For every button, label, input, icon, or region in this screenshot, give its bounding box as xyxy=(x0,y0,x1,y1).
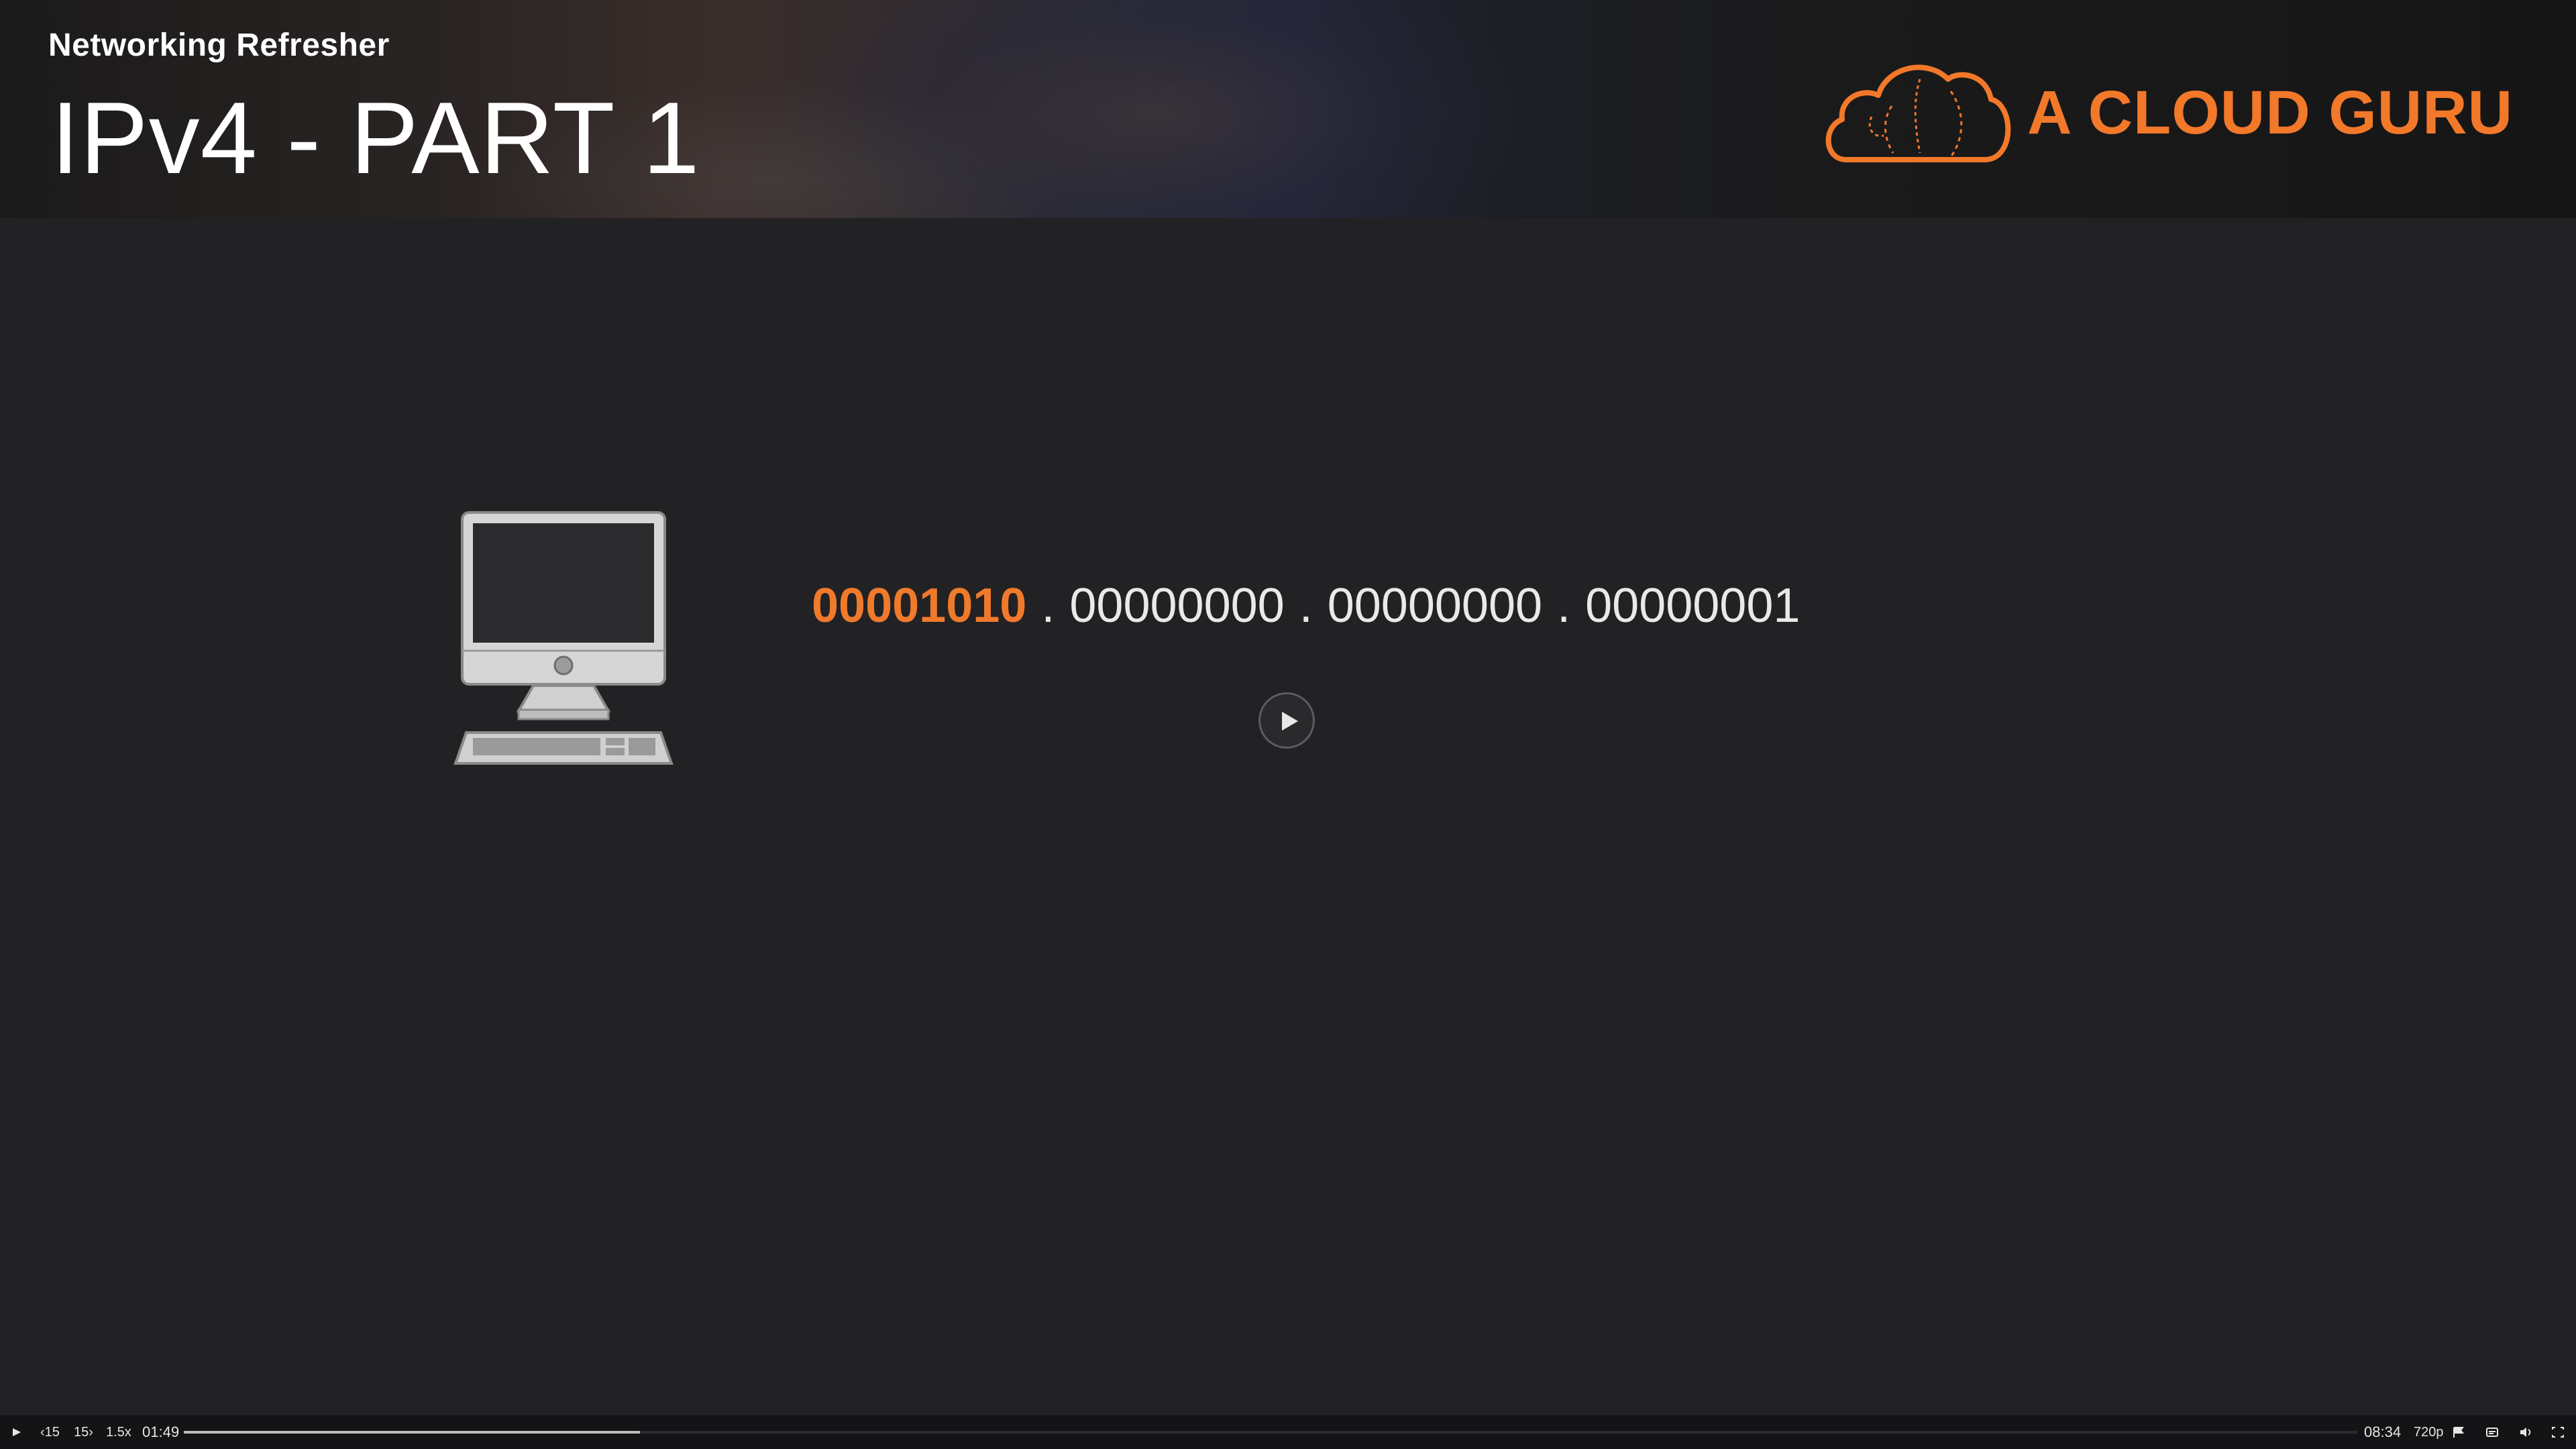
video-player[interactable]: Networking Refresher IPv4 - PART 1 A CLO… xyxy=(0,0,2576,1449)
current-time: 01:49 xyxy=(142,1424,180,1440)
forward-label: 15 xyxy=(74,1425,89,1440)
ip-octet-1: 00001010 xyxy=(812,579,1027,633)
rewind-label: 15 xyxy=(44,1425,60,1440)
ip-separator: . xyxy=(1041,579,1055,633)
lesson-title: IPv4 - PART 1 xyxy=(51,81,700,195)
captions-button[interactable] xyxy=(2485,1422,2500,1442)
total-time: 08:34 xyxy=(2364,1424,2402,1440)
lesson-header-banner: Networking Refresher IPv4 - PART 1 A CLO… xyxy=(0,0,2576,218)
desktop-computer-icon xyxy=(453,510,674,771)
rewind-icon: ‹ xyxy=(40,1425,45,1440)
captions-icon xyxy=(2486,1428,2498,1437)
rewind-15-button[interactable]: ‹15 xyxy=(40,1422,60,1442)
ip-separator: . xyxy=(1299,579,1313,633)
ip-separator: . xyxy=(1557,579,1571,633)
ip-address-binary: 00001010. 00000000. 00000000. 00000001 xyxy=(812,578,1800,633)
ip-octet-2: 00000000 xyxy=(1069,579,1285,633)
course-label: Networking Refresher xyxy=(48,28,390,63)
playback-speed-button[interactable]: 1.5x xyxy=(106,1422,131,1442)
ip-octet-3: 00000000 xyxy=(1327,579,1543,633)
brand-name: A CLOUD GURU xyxy=(2027,78,2514,147)
center-play-button[interactable] xyxy=(1258,692,1315,749)
bookmark-button[interactable] xyxy=(2451,1422,2466,1442)
fullscreen-icon xyxy=(2552,1427,2564,1438)
ip-octet-4: 00000001 xyxy=(1585,579,1801,633)
play-icon xyxy=(13,1428,21,1436)
play-button[interactable] xyxy=(9,1422,24,1442)
forward-15-button[interactable]: 15› xyxy=(74,1422,93,1442)
progress-bar-fill xyxy=(184,1431,641,1434)
cloud-icon xyxy=(1825,64,2011,162)
forward-icon: › xyxy=(89,1425,93,1440)
flag-icon xyxy=(2453,1427,2464,1438)
volume-icon xyxy=(2520,1428,2531,1437)
brand-logo: A CLOUD GURU xyxy=(1819,52,2512,170)
play-icon xyxy=(1282,712,1298,731)
fullscreen-button[interactable] xyxy=(2551,1422,2565,1442)
volume-button[interactable] xyxy=(2518,1422,2533,1442)
progress-bar[interactable] xyxy=(184,1431,2357,1434)
quality-button[interactable]: 720p xyxy=(2414,1422,2444,1442)
